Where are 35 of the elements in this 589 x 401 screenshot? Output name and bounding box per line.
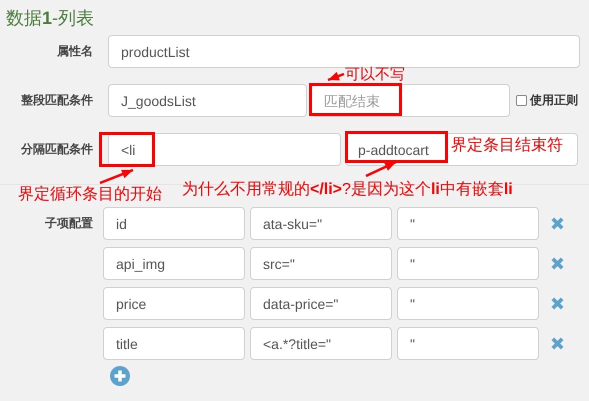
close-icon[interactable] xyxy=(550,216,565,231)
annotation-note: 界定条目结束符 xyxy=(451,136,563,156)
input-field[interactable]: id xyxy=(103,207,245,240)
input-field[interactable]: <li xyxy=(108,133,341,166)
input-field[interactable]: 匹配结束 xyxy=(311,84,510,117)
field-label: 子项配置 xyxy=(44,215,93,232)
section-title: 数据1-列表 xyxy=(6,7,94,30)
arrow xyxy=(100,168,134,184)
input-field[interactable]: ata-sku=" xyxy=(250,207,392,240)
input-field[interactable]: " xyxy=(397,207,539,240)
field-label: 整段匹配条件 xyxy=(20,92,93,109)
annotation-note: 为什么不用常规的</li>?是因为这个li中有嵌套li xyxy=(182,180,513,200)
annotation-note: 可以不写 xyxy=(345,67,405,82)
input-field[interactable]: <a.*?title=" xyxy=(250,327,392,360)
input-field[interactable]: src=" xyxy=(250,247,392,280)
close-icon[interactable] xyxy=(550,296,565,311)
input-field[interactable]: title xyxy=(103,327,245,360)
input-field[interactable]: " xyxy=(397,287,539,320)
checkbox[interactable] xyxy=(516,95,527,106)
arrow xyxy=(328,72,344,82)
close-icon[interactable] xyxy=(550,336,565,351)
add-icon[interactable] xyxy=(110,366,130,386)
input-field[interactable]: data-price=" xyxy=(250,287,392,320)
field-label: 分隔匹配条件 xyxy=(20,141,93,158)
arrow xyxy=(365,160,397,178)
checkbox-label: 使用正则 xyxy=(530,92,578,109)
input-field[interactable]: J_goodsList xyxy=(108,84,307,117)
input-field[interactable]: productList xyxy=(108,35,580,68)
input-field[interactable]: api_img xyxy=(103,247,245,280)
close-icon[interactable] xyxy=(550,256,565,271)
annotation-note: 界定循环条目的开始 xyxy=(18,185,162,204)
field-label: 属性名 xyxy=(56,43,93,60)
input-field[interactable]: " xyxy=(397,327,539,360)
input-field[interactable]: price xyxy=(103,287,245,320)
input-field[interactable]: " xyxy=(397,247,539,280)
